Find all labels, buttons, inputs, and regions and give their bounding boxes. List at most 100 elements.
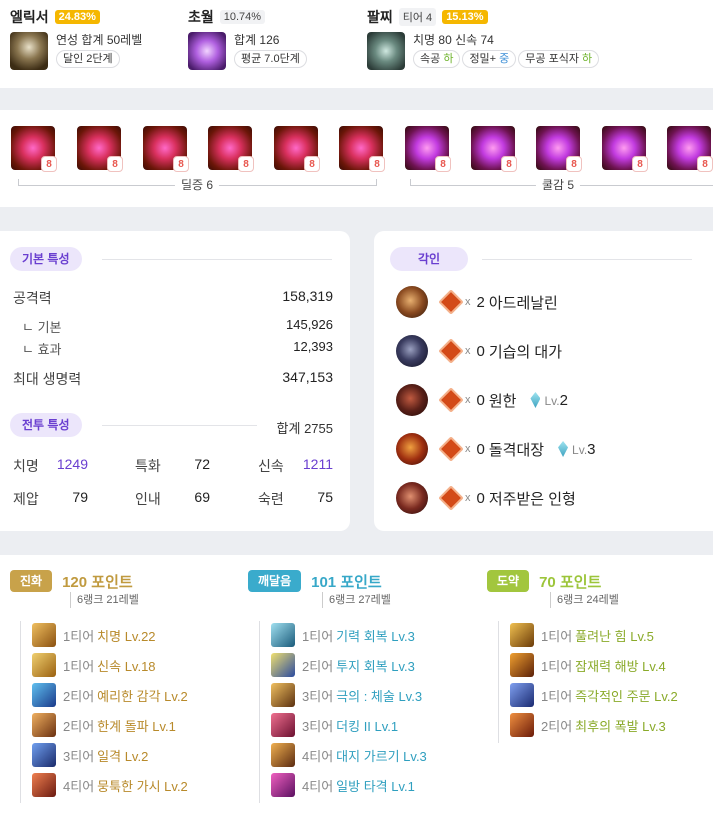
fighting-spirit-icon xyxy=(271,653,295,677)
divider xyxy=(102,259,332,260)
damage-gem[interactable]: 8 xyxy=(11,126,57,172)
damage-gem[interactable]: 8 xyxy=(274,126,320,172)
attack-effect-row: ㄴ 효과 12,393 xyxy=(22,339,333,358)
ducking-icon xyxy=(271,713,295,737)
evolution-node[interactable]: 1티어 치명 Lv.22 xyxy=(32,623,156,647)
gem-level-badge: 8 xyxy=(501,156,517,172)
cooldown-gem[interactable]: 8 xyxy=(471,126,517,172)
evolution-header: 진화 120 포인트 xyxy=(10,570,133,592)
enlightenment-node[interactable]: 3티어 극의 : 체술 Lv.3 xyxy=(271,683,422,707)
engraving-item[interactable]: x 2 아드레날린 xyxy=(396,286,558,318)
attack-base-row: ㄴ 기본 145,926 xyxy=(22,317,333,336)
attack-base-label: ㄴ 기본 xyxy=(22,320,62,335)
evolution-node[interactable]: 4티어 뭉툭한 가시 Lv.2 xyxy=(32,773,188,797)
engraving-item[interactable]: x 0 저주받은 인형 xyxy=(396,482,576,514)
cooldown-gem-bracket: 쿨감 5 xyxy=(410,177,713,193)
bracket-tick xyxy=(18,179,19,185)
leap-node[interactable]: 1티어 풀려난 힘 Lv.5 xyxy=(510,623,654,647)
divider xyxy=(20,621,21,803)
keen-sense-icon xyxy=(32,683,56,707)
leap-tag: 도약 xyxy=(487,570,530,592)
enlightenment-node[interactable]: 2티어 투지 회복 Lv.3 xyxy=(271,653,415,677)
basic-stats-title: 기본 특성 xyxy=(10,247,82,271)
evolution-rank: 6랭크 21레벨 xyxy=(70,592,139,608)
accessory-summary-card: 엘릭서 24.83% 연성 합계 50레벨 달인 2단계 초월 10.74% 합… xyxy=(0,0,713,88)
enlightenment-node[interactable]: 4티어 일방 타격 Lv.1 xyxy=(271,773,415,797)
evolution-node[interactable]: 1티어 신속 Lv.18 xyxy=(32,653,156,677)
attack-label: 공격력 xyxy=(13,290,52,306)
elixir-percent-badge: 24.83% xyxy=(54,10,100,24)
damage-gem[interactable]: 8 xyxy=(77,126,123,172)
transcend-average-pill: 평균 7.0단계 xyxy=(234,50,307,68)
damage-gem-label: 딜증 6 xyxy=(174,177,220,193)
cooldown-gem[interactable]: 8 xyxy=(602,126,648,172)
relic-book-icon xyxy=(438,338,464,364)
combat-stat-dom: 제압 79 xyxy=(13,489,88,507)
evolution-tag: 진화 xyxy=(10,570,53,592)
leap-node[interactable]: 1티어 즉각적인 주문 Lv.2 xyxy=(510,683,678,707)
raid-captain-icon xyxy=(396,433,428,465)
engravings-title: 각인 xyxy=(390,247,469,271)
cooldown-gem[interactable]: 8 xyxy=(405,126,451,172)
combat-stat-endur: 인내 69 xyxy=(135,489,210,507)
gem-level-badge: 8 xyxy=(632,156,648,172)
leap-node[interactable]: 2티어 최후의 폭발 Lv.3 xyxy=(510,713,666,737)
damage-gem[interactable]: 8 xyxy=(339,126,385,172)
transcend-crystal-icon xyxy=(188,32,226,70)
combat-stat-spec: 특화 72 xyxy=(135,456,210,474)
bracelet-stats: 치명 80 신속 74 xyxy=(413,33,494,47)
transcend-summary[interactable]: 초월 10.74% 합계 126 평균 7.0단계 xyxy=(188,8,309,70)
ark-passive-card: 진화 120 포인트 6랭크 21레벨 1티어 치명 Lv.22 1티어 신속 Lv… xyxy=(0,555,713,815)
strike-icon xyxy=(32,743,56,767)
attack-row: 공격력 158,319 xyxy=(13,288,333,308)
evolution-node[interactable]: 3티어 일격 Lv.2 xyxy=(32,743,148,767)
engraving-name: 기습의 대가 xyxy=(488,343,563,361)
elixir-summary[interactable]: 엘릭서 24.83% 연성 합계 50레벨 달인 2단계 xyxy=(10,8,142,70)
leap-rank: 6랭크 24레벨 xyxy=(550,592,619,608)
evolution-points: 120 포인트 xyxy=(62,573,133,591)
ability-stone-icon xyxy=(558,441,569,457)
enlightenment-node[interactable]: 4티어 대지 가르기 Lv.3 xyxy=(271,743,427,767)
bracelet-summary[interactable]: 팔찌 티어 4 15.13% 치명 80 신속 74 속공 하 정밀+ 중 무공 포… xyxy=(367,8,601,70)
cooldown-gem[interactable]: 8 xyxy=(536,126,582,172)
breakthrough-icon xyxy=(32,713,56,737)
elixir-stage-pill: 달인 2단계 xyxy=(56,50,120,68)
bracket-tick xyxy=(376,179,377,185)
evolution-node[interactable]: 2티어 예리한 감각 Lv.2 xyxy=(32,683,188,707)
damage-gem[interactable]: 8 xyxy=(208,126,254,172)
divider xyxy=(482,259,692,260)
cooldown-gem[interactable]: 8 xyxy=(667,126,713,172)
elixir-level-total: 연성 합계 50레벨 xyxy=(56,33,143,47)
attack-base-value: 145,926 xyxy=(286,317,333,332)
engraving-item[interactable]: x 0 기습의 대가 xyxy=(396,335,562,367)
enlightenment-node[interactable]: 1티어 기력 회복 Lv.3 xyxy=(271,623,415,647)
attack-effect-label: ㄴ 효과 xyxy=(22,342,62,357)
transcend-total: 합계 126 xyxy=(234,33,280,47)
final-explosion-icon xyxy=(510,713,534,737)
gem-level-badge: 8 xyxy=(697,156,713,172)
enlightenment-tag: 깨달음 xyxy=(248,570,302,592)
gems-card: 8 8 8 8 8 8 8 8 8 8 8 xyxy=(0,110,713,207)
hp-value: 347,153 xyxy=(282,369,333,385)
engraving-name: 아드레날린 xyxy=(488,294,558,312)
combat-stat-exp: 숙련 75 xyxy=(258,489,333,507)
gem-level-badge: 8 xyxy=(41,156,57,172)
elixir-icon xyxy=(10,32,48,70)
gem-level-badge: 8 xyxy=(435,156,451,172)
enlightenment-rank: 6랭크 27레벨 xyxy=(322,592,391,608)
ability-stone-icon xyxy=(530,392,541,408)
earth-split-icon xyxy=(271,743,295,767)
engraving-item[interactable]: x 0 원한 Lv.2 xyxy=(396,384,568,416)
enlightenment-node[interactable]: 3티어 더킹 II Lv.1 xyxy=(271,713,398,737)
cursed-doll-icon xyxy=(396,482,428,514)
leap-node[interactable]: 1티어 잠재력 해방 Lv.4 xyxy=(510,653,666,677)
engraving-item[interactable]: x 0 돌격대장 Lv.3 xyxy=(396,433,596,465)
evolution-node[interactable]: 2티어 한계 돌파 Lv.1 xyxy=(32,713,176,737)
potential-release-icon xyxy=(510,653,534,677)
adrenaline-icon xyxy=(396,286,428,318)
engravings-card: 각인 x 2 아드레날린 x 0 기습의 대가 x 0 원한 Lv.2 x 0 … xyxy=(374,231,713,531)
damage-gem-bracket: 딜증 6 xyxy=(18,177,377,193)
bracelet-effect-pill: 정밀+ 중 xyxy=(462,50,517,68)
leap-header: 도약 70 포인트 xyxy=(487,570,601,592)
damage-gem[interactable]: 8 xyxy=(143,126,189,172)
